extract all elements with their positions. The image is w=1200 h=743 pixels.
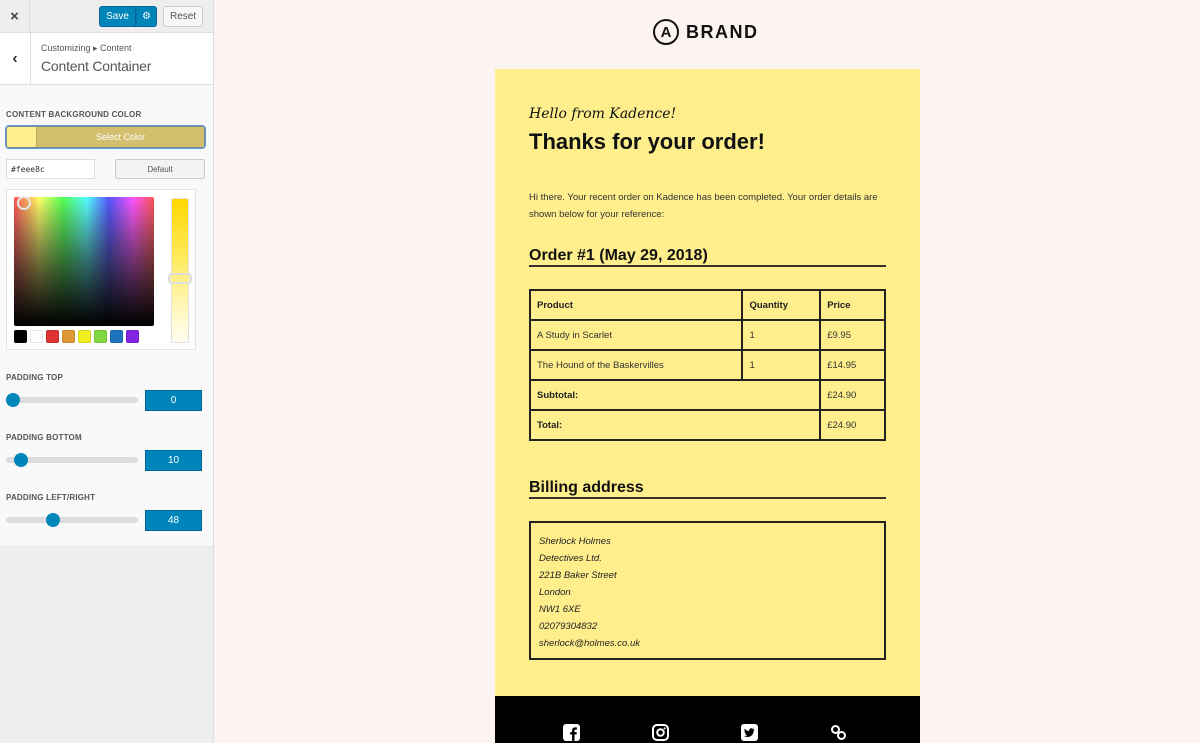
section-title: Content Container — [41, 58, 152, 74]
total-label: Total: — [528, 409, 822, 441]
padding-top-label: Padding Top — [6, 373, 64, 382]
product-cell: A Study in Scarlet — [528, 319, 744, 351]
controls-panel: Content Background Color Select Color De… — [0, 85, 213, 547]
quantity-cell: 1 — [741, 319, 822, 351]
color-spectrum[interactable] — [14, 197, 154, 326]
padding-lr-label: Padding Left/Right — [6, 493, 96, 502]
palette-swatch[interactable] — [30, 330, 43, 343]
padding-bottom-value[interactable]: 10 — [145, 450, 202, 471]
subtotal-row: Subtotal: £24.90 — [528, 379, 886, 411]
padding-bottom-slider[interactable] — [6, 453, 138, 467]
address-line: 221B Baker Street — [539, 570, 617, 581]
table-row: A Study in Scarlet 1 £9.95 — [528, 319, 886, 351]
quantity-cell: 1 — [741, 349, 822, 381]
price-cell: £14.95 — [819, 349, 886, 381]
address-line: 02079304832 — [539, 621, 598, 632]
color-picker — [6, 189, 196, 350]
customizer-sidebar: × Save ⚙ Reset ‹ Customizing ▸ Content C… — [0, 0, 214, 743]
content-bg-color-label: Content Background Color — [6, 110, 142, 119]
total-row: Total: £24.90 — [528, 409, 886, 441]
email-content-container: Hello from Kadence! Thanks for your orde… — [495, 69, 920, 696]
address-line: Detectives Ltd. — [539, 553, 602, 564]
save-button-group: Save ⚙ — [99, 6, 157, 27]
default-color-button[interactable]: Default — [115, 159, 205, 179]
price-cell: £9.95 — [819, 319, 886, 351]
subtotal-label: Subtotal: — [528, 379, 822, 411]
address-line: sherlock@holmes.co.uk — [539, 638, 640, 649]
breadcrumb: Customizing ▸ Content — [41, 43, 132, 53]
column-header: Quantity — [741, 289, 822, 321]
subtotal-value: £24.90 — [819, 379, 886, 411]
email-preview: A BRAND Hello from Kadence! Thanks for y… — [215, 0, 1200, 743]
padding-top-slider[interactable] — [6, 393, 138, 407]
publish-settings-button[interactable]: ⚙ — [136, 6, 157, 27]
address-line: NW1 6XE — [539, 604, 581, 615]
reset-button[interactable]: Reset — [163, 6, 203, 27]
table-row: The Hound of the Baskervilles 1 £14.95 — [528, 349, 886, 381]
brand-header: A BRAND — [653, 19, 759, 45]
address-line: London — [539, 587, 571, 598]
spectrum-handle[interactable] — [17, 196, 31, 210]
column-header: Product — [528, 289, 744, 321]
billing-heading: Billing address — [529, 478, 886, 499]
greeting: Hello from Kadence! — [529, 106, 677, 122]
order-heading: Order #1 (May 29, 2018) — [529, 246, 886, 267]
padding-lr-value[interactable]: 48 — [145, 510, 202, 531]
padding-top-value[interactable]: 0 — [145, 390, 202, 411]
padding-bottom-slider-thumb[interactable] — [14, 453, 29, 467]
palette-swatch[interactable] — [94, 330, 107, 343]
email-heading: Thanks for your order! — [529, 129, 765, 154]
brand-name: BRAND — [686, 21, 759, 42]
save-button[interactable]: Save — [99, 6, 136, 27]
select-color-button[interactable]: Select Color — [6, 126, 205, 148]
order-items-table: Product Quantity Price A Study in Scarle… — [528, 289, 886, 441]
lightness-slider-handle[interactable] — [168, 273, 192, 284]
current-color-swatch — [7, 127, 36, 147]
link-icon[interactable] — [830, 724, 847, 741]
brand-logo-icon: A — [653, 19, 679, 45]
palette-swatch[interactable] — [14, 330, 27, 343]
color-palette — [14, 330, 139, 343]
facebook-icon[interactable] — [563, 724, 580, 741]
palette-swatch[interactable] — [110, 330, 123, 343]
padding-bottom-label: Padding Bottom — [6, 433, 82, 442]
padding-lr-slider-thumb[interactable] — [46, 513, 61, 527]
hex-color-input[interactable] — [6, 159, 95, 179]
instagram-icon[interactable] — [652, 724, 669, 741]
address-line: Sherlock Holmes — [539, 536, 611, 547]
palette-swatch[interactable] — [78, 330, 91, 343]
palette-swatch[interactable] — [62, 330, 75, 343]
gear-icon: ⚙ — [142, 11, 151, 22]
close-customizer-button[interactable]: × — [0, 0, 30, 33]
column-header: Price — [819, 289, 886, 321]
palette-swatch[interactable] — [46, 330, 59, 343]
padding-lr-slider[interactable] — [6, 513, 138, 527]
product-cell: The Hound of the Baskervilles — [528, 349, 744, 381]
billing-address-box: Sherlock Holmes Detectives Ltd. 221B Bak… — [529, 521, 886, 660]
select-color-label: Select Color — [36, 127, 204, 147]
intro-text: Hi there. Your recent order on Kadence h… — [529, 192, 878, 220]
total-value: £24.90 — [819, 409, 886, 441]
lightness-slider[interactable] — [171, 198, 189, 343]
close-icon: × — [10, 8, 19, 25]
twitter-icon[interactable] — [741, 724, 758, 741]
section-header: ‹ Customizing ▸ Content Content Containe… — [0, 33, 213, 85]
email-footer — [495, 696, 920, 743]
padding-top-slider-thumb[interactable] — [6, 393, 20, 407]
chevron-left-icon: ‹ — [12, 49, 18, 67]
table-header-row: Product Quantity Price — [528, 289, 886, 321]
back-button[interactable]: ‹ — [0, 33, 31, 84]
customizer-topbar: × Save ⚙ Reset — [0, 0, 213, 33]
palette-swatch[interactable] — [126, 330, 139, 343]
